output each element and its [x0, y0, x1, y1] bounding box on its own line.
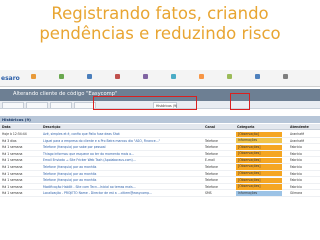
cell-date: Há 1 semana [2, 164, 23, 169]
cell-date: Há 1 semana [2, 145, 23, 150]
tab-2[interactable] [26, 102, 48, 108]
cell-description[interactable]: Telefone (franquia) por ao manhãs [43, 178, 203, 182]
cell-description[interactable]: Telefone (franquia) por sabe por pessoal [43, 145, 203, 149]
toolbar-icon [142, 74, 148, 79]
cell-channel: E-mail [205, 158, 215, 163]
cell-description[interactable]: Localização - PROJETO Name - Director de… [43, 191, 203, 195]
table-header: Data Descrição Canal Categoria Atendente [0, 124, 320, 130]
category-badge: Informações [236, 190, 282, 197]
cell-channel: SMS [205, 191, 212, 196]
history-table: Hoje à 12:54:44 Avé, simples et é, confio… [0, 131, 320, 197]
cell-user: Aranhafé [290, 132, 305, 136]
category-badge: Informações [236, 138, 282, 144]
cell-channel: Telefone [205, 138, 218, 143]
table-row[interactable]: Há 3 dias Liguei para a empresa do client… [0, 138, 320, 145]
category-badge: [Observação] [236, 131, 282, 137]
category-badge: [Observações] [236, 144, 282, 150]
category-badge: [Observações] [236, 184, 282, 190]
cell-channel: Telefone [205, 171, 218, 176]
cell-channel: Telefone [205, 184, 218, 189]
toolbar-icon [30, 74, 36, 79]
col-header-category[interactable]: Categoria [237, 125, 254, 129]
toolbar-button-3[interactable] [78, 74, 100, 85]
cell-date: Há 1 semana [2, 184, 23, 189]
cell-description[interactable]: Modificação Habilit - Site com Tecn...In… [43, 185, 203, 189]
toolbar-button-2[interactable] [50, 74, 72, 85]
crm-window: esaro Alterando cliente de código "Easyc… [0, 68, 320, 240]
cell-channel: Telefone [205, 151, 218, 156]
toolbar-button-1[interactable] [22, 74, 44, 85]
slide-title-line1: Registrando fatos, criando [51, 4, 269, 23]
toolbar-icon [114, 74, 120, 79]
toolbar-icon [86, 74, 92, 79]
toolbar-icon [198, 74, 204, 79]
cell-description[interactable]: Telefone (franquia) por ao manhãs [43, 172, 203, 176]
cell-user: Aranhafé [290, 138, 305, 143]
toolbar-icon [254, 74, 260, 79]
section-title: Históricos (9) [2, 117, 31, 122]
col-header-channel[interactable]: Canal [205, 125, 215, 129]
cell-date: Hoje à 12:54:44 [2, 132, 27, 136]
cell-description[interactable]: Thiago informou que esquece ao ter do mo… [43, 152, 203, 156]
cell-date: Há 1 semana [2, 171, 23, 176]
tab-3[interactable] [50, 102, 72, 108]
table-row[interactable]: Há 1 semana Localização - PROJETO Name - … [0, 190, 320, 197]
cell-channel: Telefone [205, 164, 218, 169]
toolbar-button-7[interactable] [190, 74, 212, 85]
toolbar-button-10[interactable] [274, 74, 296, 85]
cell-user: Fabrício [290, 145, 302, 150]
cell-description[interactable]: Telefone (franquia) por ao manhãs [43, 165, 203, 169]
category-badge: [Observações] [236, 164, 282, 170]
cell-user: Gilmara [290, 191, 303, 196]
cell-user: Fabrício [290, 171, 302, 176]
cell-date: Há 1 semana [2, 158, 23, 163]
slide-title-line2: pendências e reduzindo risco [39, 24, 281, 43]
cell-channel: Telefone [205, 145, 218, 150]
cell-date: Há 1 semana [2, 191, 23, 196]
table-row[interactable]: Há 1 semana Telefone (franquia) por ao ma… [0, 164, 320, 171]
slide-title: Registrando fatos, criando pendências e … [0, 4, 320, 44]
col-header-description[interactable]: Descrição [43, 125, 61, 129]
highlight-box-category [230, 93, 250, 110]
toolbar-icon [170, 74, 176, 79]
cell-user: Fabrício [290, 164, 302, 169]
table-row[interactable]: Há 1 semana Modificação Habilit - Site co… [0, 184, 320, 191]
cell-channel: Telefone [205, 178, 218, 183]
category-badge: [Observações] [236, 177, 282, 183]
toolbar-icon [226, 74, 232, 79]
toolbar-icon [58, 74, 64, 79]
category-badge: [Observações] [236, 171, 282, 177]
table-row[interactable]: Há 1 semana Thiago informou que esquece a… [0, 151, 320, 158]
cell-user: Fabrício [290, 158, 302, 163]
cell-description[interactable]: Liguei para a empresa do cliente e a Pro… [43, 139, 203, 143]
cell-user: Fabrício [290, 184, 302, 189]
table-row[interactable]: Hoje à 12:54:44 Avé, simples et é, confio… [0, 131, 320, 138]
table-row[interactable]: Há 1 semana Email Enviado → Site Fricker … [0, 157, 320, 164]
toolbar-button-6[interactable] [162, 74, 184, 85]
toolbar: esaro [0, 70, 320, 87]
tab-1[interactable] [2, 102, 24, 108]
cell-description[interactable]: Avé, simples et é, confio que Palio fuse… [43, 132, 203, 136]
cell-description[interactable]: Email Enviado → Site Fricker Web Taxh (A… [43, 158, 203, 162]
toolbar-button-9[interactable] [246, 74, 268, 85]
cell-date: Há 1 semana [2, 178, 23, 183]
cell-user: Fabrício [290, 151, 302, 156]
category-badge: [Observações] [236, 157, 282, 164]
cell-date: Há 3 dias [2, 138, 17, 143]
toolbar-button-5[interactable] [134, 74, 156, 85]
cell-date: Há 1 semana [2, 151, 23, 156]
col-header-user[interactable]: Atendente [290, 125, 309, 129]
highlight-box-tab [93, 96, 197, 110]
toolbar-icon [282, 74, 288, 79]
section-header: Históricos (9) [0, 116, 320, 123]
table-row[interactable]: Há 1 semana Telefone (franquia) por sabe … [0, 144, 320, 151]
table-row[interactable]: Há 1 semana Telefone (franquia) por ao ma… [0, 177, 320, 184]
toolbar-button-8[interactable] [218, 74, 240, 85]
table-row[interactable]: Há 1 semana Telefone (franquia) por ao ma… [0, 171, 320, 178]
cell-user: Fabrício [290, 178, 302, 183]
category-badge: [Observações] [236, 151, 282, 157]
toolbar-button-4[interactable] [106, 74, 128, 85]
col-header-date[interactable]: Data [2, 125, 10, 129]
app-logo: esaro [1, 75, 20, 82]
